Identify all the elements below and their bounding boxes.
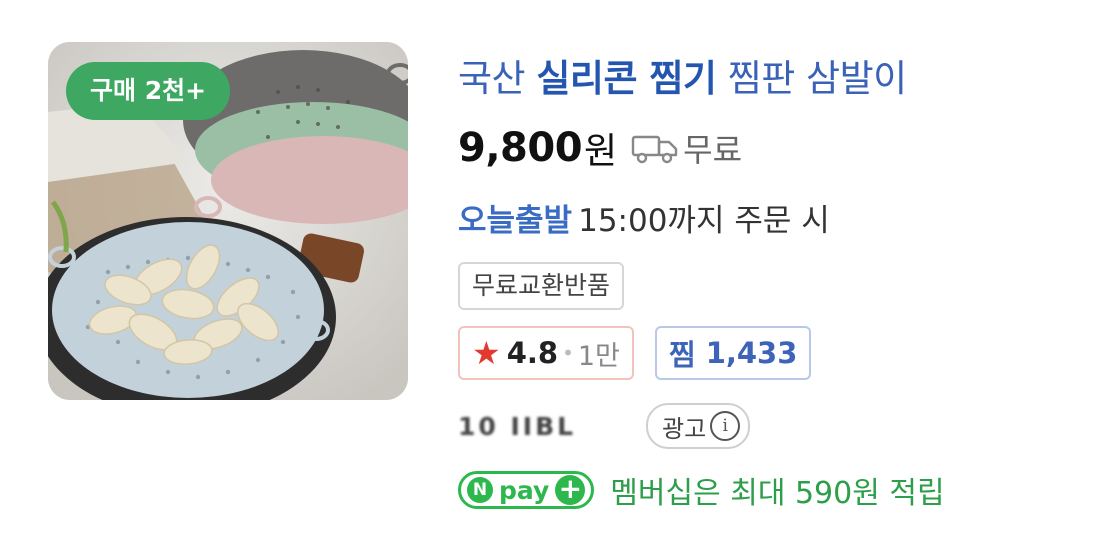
delivery-text: 15:00까지 주문 시 [578, 203, 830, 239]
separator-dot: • [562, 341, 574, 365]
free-return-tag: 무료교환반품 [458, 262, 625, 310]
ad-badge[interactable]: 광고 i [646, 403, 751, 449]
delivery-tag: 오늘출발 [458, 203, 573, 239]
purchase-count-badge: 구매 2천+ [66, 62, 231, 120]
shipping-fee: 무료 [683, 131, 743, 169]
plus-icon: + [555, 475, 586, 505]
npay-benefit-text: 멤버십은 최대 590원 적립 [610, 476, 945, 511]
truck-icon [631, 131, 679, 165]
npay-logo-text: pay [499, 475, 550, 505]
rating-value: 4.8 [506, 336, 559, 370]
price-row: 9,800 원 무료 [458, 123, 742, 173]
ad-label: 광고 [662, 414, 707, 443]
npay-n-icon: N [467, 477, 493, 503]
star-icon: ★ [472, 334, 501, 372]
seller-name[interactable]: 10 IIBL [458, 412, 638, 441]
delivery-info: 오늘출발 15:00까지 주문 시 [458, 195, 830, 240]
title-prefix: 국산 [458, 57, 526, 100]
product-card[interactable]: 구매 2천+ 국산 실리콘 찜기 찜판 삼발이 9,800 원 무료 오늘출발 1… [0, 0, 1108, 556]
price-value: 9,800 [458, 125, 583, 171]
price-unit: 원 [584, 131, 618, 172]
wish-count: 1,433 [705, 336, 798, 370]
wish-box[interactable]: 찜 1,433 [655, 326, 812, 380]
title-suffix: 찜판 삼발이 [727, 57, 907, 100]
review-count: 1만 [577, 340, 620, 372]
product-title[interactable]: 국산 실리콘 찜기 찜판 삼발이 [458, 48, 907, 102]
title-highlight: 실리콘 찜기 [536, 57, 717, 100]
npay-benefit-row: N pay + 멤버십은 최대 590원 적립 [458, 468, 945, 512]
rating-box[interactable]: ★ 4.8 • 1만 [458, 326, 634, 380]
wish-label: 찜 [669, 338, 696, 372]
npay-logo: N pay + [458, 471, 595, 509]
info-icon: i [710, 411, 741, 441]
seller-row: 10 IIBL 광고 i [458, 403, 751, 449]
